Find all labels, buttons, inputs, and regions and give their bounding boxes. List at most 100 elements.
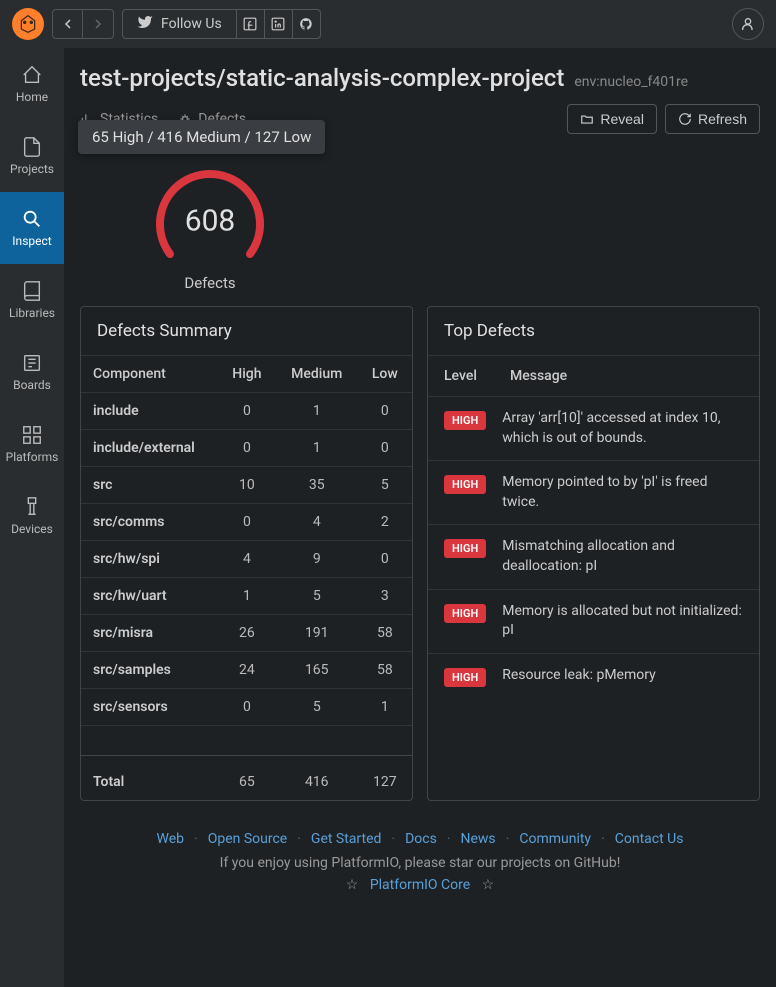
panel-title: Top Defects	[428, 307, 759, 356]
book-icon	[21, 280, 43, 302]
footer-link[interactable]: Web	[157, 831, 185, 847]
linkedin-icon[interactable]	[264, 10, 292, 38]
table-row[interactable]: src/comms 0 4 2	[81, 504, 412, 541]
facebook-icon[interactable]	[236, 10, 264, 38]
top-defects-panel: Top Defects Level Message HIGH Array 'ar…	[427, 306, 760, 801]
defect-row[interactable]: HIGH Memory pointed to by 'pI' is freed …	[428, 461, 759, 525]
follow-us-label: Follow Us	[161, 16, 222, 32]
level-badge: HIGH	[444, 604, 486, 623]
cell-component: src	[81, 467, 218, 504]
table-row[interactable]: src/hw/uart 1 5 3	[81, 578, 412, 615]
cell-medium: 35	[276, 467, 358, 504]
dot-separator: ·	[391, 831, 395, 847]
table-row[interactable]: src/hw/spi 4 9 0	[81, 541, 412, 578]
table-row[interactable]: src/misra 26 191 58	[81, 615, 412, 652]
cell-component: src/comms	[81, 504, 218, 541]
cell-low: 2	[358, 504, 412, 541]
cell-medium: 165	[276, 652, 358, 689]
cell-total-label: Total	[81, 756, 218, 801]
cell-low: 127	[358, 756, 412, 801]
defect-row[interactable]: HIGH Memory is allocated but not initial…	[428, 590, 759, 654]
footer-link[interactable]: Community	[519, 831, 591, 847]
cell-medium: 1	[276, 430, 358, 467]
defects-gauge: 608 Defects	[110, 164, 310, 292]
defect-row[interactable]: HIGH Array 'arr[10]' accessed at index 1…	[428, 397, 759, 461]
table-row[interactable]: src/samples 24 165 58	[81, 652, 412, 689]
col-component: Component	[81, 356, 218, 393]
footer: Web·Open Source·Get Started·Docs·News·Co…	[80, 831, 760, 913]
nav-back-button[interactable]	[53, 10, 83, 38]
github-icon[interactable]	[292, 10, 320, 38]
defects-summary-panel: Defects Summary Component High Medium Lo…	[80, 306, 413, 801]
reveal-button[interactable]: Reveal	[567, 104, 657, 134]
level-badge: HIGH	[444, 539, 486, 558]
sidebar-item-boards[interactable]: Boards	[0, 336, 64, 408]
top-defects-header: Level Message	[428, 356, 759, 397]
footer-link[interactable]: Open Source	[208, 831, 288, 847]
table-row[interactable]: src/sensors 0 5 1	[81, 689, 412, 726]
sidebar-item-platforms[interactable]: Platforms	[0, 408, 64, 480]
defect-message: Array 'arr[10]' accessed at index 10, wh…	[502, 409, 743, 448]
sidebar-item-inspect[interactable]: Inspect	[0, 192, 64, 264]
cell-high: 10	[218, 467, 276, 504]
dot-separator: ·	[194, 831, 198, 847]
refresh-button[interactable]: Refresh	[665, 104, 760, 134]
topbar: Follow Us	[0, 0, 776, 48]
cell-medium: 5	[276, 578, 358, 615]
sidebar-item-libraries[interactable]: Libraries	[0, 264, 64, 336]
cell-low: 0	[358, 393, 412, 430]
follow-us-pill: Follow Us	[122, 9, 321, 39]
env-badge: env:nucleo_f401re	[574, 74, 688, 90]
sidebar-item-label: Projects	[10, 162, 54, 176]
footer-link[interactable]: News	[461, 831, 496, 847]
defect-message: Memory is allocated but not initialized:…	[502, 602, 743, 641]
footer-tagline: If you enjoy using PlatformIO, please st…	[80, 855, 760, 871]
sidebar: Home Projects Inspect Libraries Boards P…	[0, 48, 64, 987]
cell-high: 65	[218, 756, 276, 801]
defect-row[interactable]: HIGH Mismatching allocation and dealloca…	[428, 525, 759, 589]
sidebar-item-projects[interactable]: Projects	[0, 120, 64, 192]
summary-table: Component High Medium Low include 0 1 0i…	[81, 356, 412, 800]
twitter-icon	[137, 14, 153, 34]
footer-link[interactable]: Docs	[405, 831, 437, 847]
footer-core-link[interactable]: PlatformIO Core	[370, 877, 470, 893]
logo[interactable]	[12, 8, 44, 40]
follow-us-button[interactable]: Follow Us	[123, 14, 236, 34]
account-button[interactable]	[732, 8, 764, 40]
button-label: Refresh	[698, 111, 747, 127]
cell-component: src/hw/uart	[81, 578, 218, 615]
search-icon	[21, 208, 43, 230]
refresh-icon	[678, 112, 692, 126]
nav-arrows	[52, 9, 114, 39]
sidebar-item-devices[interactable]: Devices	[0, 480, 64, 552]
dot-separator: ·	[601, 831, 605, 847]
sidebar-item-label: Home	[16, 90, 48, 104]
table-row[interactable]: src 10 35 5	[81, 467, 412, 504]
cell-high: 24	[218, 652, 276, 689]
cell-component: include/external	[81, 430, 218, 467]
cell-low: 0	[358, 430, 412, 467]
cell-high: 1	[218, 578, 276, 615]
star-icon: ☆	[482, 877, 495, 893]
cell-component: src/misra	[81, 615, 218, 652]
cell-medium: 9	[276, 541, 358, 578]
usb-icon	[21, 496, 43, 518]
footer-link[interactable]: Contact Us	[615, 831, 684, 847]
table-row[interactable]: include/external 0 1 0	[81, 430, 412, 467]
defect-message: Mismatching allocation and deallocation:…	[502, 537, 743, 576]
cell-high: 0	[218, 430, 276, 467]
star-icon: ☆	[346, 877, 359, 893]
footer-link[interactable]: Get Started	[311, 831, 382, 847]
table-row[interactable]: include 0 1 0	[81, 393, 412, 430]
nav-forward-button[interactable]	[83, 10, 113, 38]
sidebar-item-home[interactable]: Home	[0, 48, 64, 120]
defect-row[interactable]: HIGH Resource leak: pMemory	[428, 654, 759, 699]
cell-medium: 191	[276, 615, 358, 652]
footer-links: Web·Open Source·Get Started·Docs·News·Co…	[80, 831, 760, 847]
gauge-tooltip: 65 High / 416 Medium / 127 Low	[78, 120, 325, 154]
col-high: High	[218, 356, 276, 393]
cell-low: 58	[358, 615, 412, 652]
cell-high: 26	[218, 615, 276, 652]
cell-component: src/samples	[81, 652, 218, 689]
home-icon	[21, 64, 43, 86]
